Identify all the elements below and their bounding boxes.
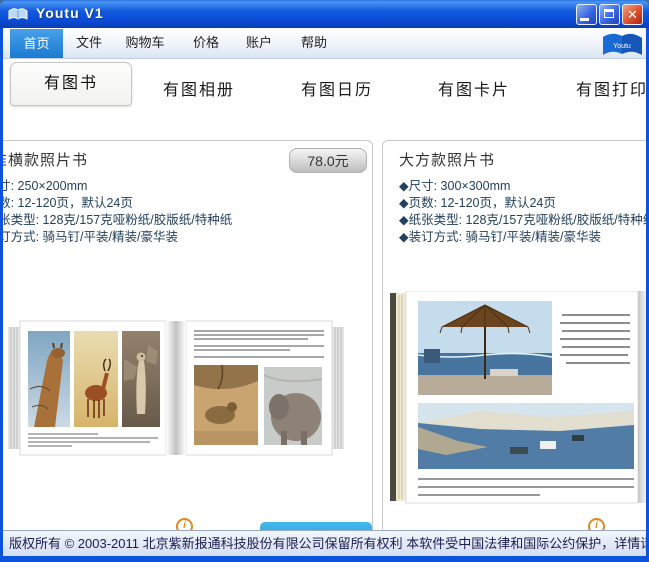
window-body: 首页 文件 购物车 价格 账户 帮助 Youtu 有图书 有图相册 有图日历 有… bbox=[0, 28, 649, 562]
menu-item-help[interactable]: 帮助 bbox=[292, 28, 336, 58]
window-title: Youtu V1 bbox=[36, 5, 104, 21]
brand-logo-text: Youtu bbox=[613, 43, 631, 50]
spec-paper: ◆纸张类型: 128克/157克哑粉纸/胶版纸/特种纸 bbox=[399, 213, 649, 227]
minimize-button[interactable] bbox=[576, 4, 597, 25]
application-window: Youtu V1 ✕ 首页 文件 购物车 价格 账户 帮助 Youtu 有图书 … bbox=[0, 0, 649, 562]
maximize-icon bbox=[604, 9, 614, 18]
copyright-text: 版权所有 © 2003-2011 北京紫新报通科技股份有限公司保留所有权利 本软… bbox=[9, 536, 646, 551]
product-specs: ◆尺寸: 300×300mm ◆页数: 12-120页，默认24页 ◆纸张类型:… bbox=[399, 178, 649, 246]
app-book-icon bbox=[8, 8, 28, 20]
status-bar: 版权所有 © 2003-2011 北京紫新报通科技股份有限公司保留所有权利 本软… bbox=[3, 530, 646, 556]
photo-book-preview-seaside bbox=[390, 291, 646, 504]
menu-item-cart[interactable]: 购物车 bbox=[115, 28, 175, 58]
close-button[interactable]: ✕ bbox=[622, 4, 643, 25]
spec-size: ◆尺寸: 250×200mm bbox=[3, 179, 88, 193]
menu-item-account[interactable]: 账户 bbox=[237, 28, 281, 58]
menu-item-price[interactable]: 价格 bbox=[184, 28, 228, 58]
tab-photo-cards[interactable]: 有图卡片 bbox=[438, 76, 510, 100]
photo-book-preview-safari bbox=[8, 320, 344, 456]
product-specs: ◆尺寸: 250×200mm ◆页数: 12-120页，默认24页 ◆纸张类型:… bbox=[0, 178, 233, 246]
menu-item-file[interactable]: 文件 bbox=[67, 28, 111, 58]
spec-binding: ◆装订方式: 骑马钉/平装/精装/豪华装 bbox=[3, 230, 178, 244]
spec-pages: ◆页数: 12-120页，默认24页 bbox=[399, 196, 556, 210]
product-card-square-book: 大方款照片书 ◆尺寸: 300×300mm ◆页数: 12-120页，默认24页… bbox=[382, 140, 649, 556]
minimize-icon bbox=[580, 18, 589, 21]
brand-logo-icon: Youtu bbox=[603, 33, 642, 55]
price-badge: 78.0元 bbox=[289, 148, 367, 173]
maximize-button[interactable] bbox=[599, 4, 620, 25]
tab-photo-books[interactable]: 有图书 bbox=[10, 62, 132, 106]
close-icon: ✕ bbox=[627, 7, 638, 22]
product-title: 标准横款照片书 bbox=[3, 152, 89, 169]
spec-pages: ◆页数: 12-120页，默认24页 bbox=[3, 196, 133, 210]
spec-paper: ◆纸张类型: 128克/157克哑粉纸/胶版纸/特种纸 bbox=[0, 213, 233, 227]
title-bar: Youtu V1 ✕ bbox=[0, 0, 649, 28]
tab-photo-prints[interactable]: 有图打印 bbox=[576, 76, 646, 100]
spec-size: ◆尺寸: 300×300mm bbox=[399, 179, 511, 193]
tab-photo-albums[interactable]: 有图相册 bbox=[163, 76, 235, 100]
product-title: 大方款照片书 bbox=[399, 152, 496, 169]
menu-item-home[interactable]: 首页 bbox=[10, 29, 63, 58]
spec-binding: ◆装订方式: 骑马钉/平装/精装/豪华装 bbox=[399, 230, 601, 244]
product-card-landscape-book: 标准横款照片书 78.0元 ◆尺寸: 250×200mm ◆页数: 12-120… bbox=[0, 140, 373, 556]
tab-photo-calendars[interactable]: 有图日历 bbox=[301, 76, 373, 100]
menu-bar: 首页 文件 购物车 价格 账户 帮助 Youtu bbox=[3, 28, 646, 59]
